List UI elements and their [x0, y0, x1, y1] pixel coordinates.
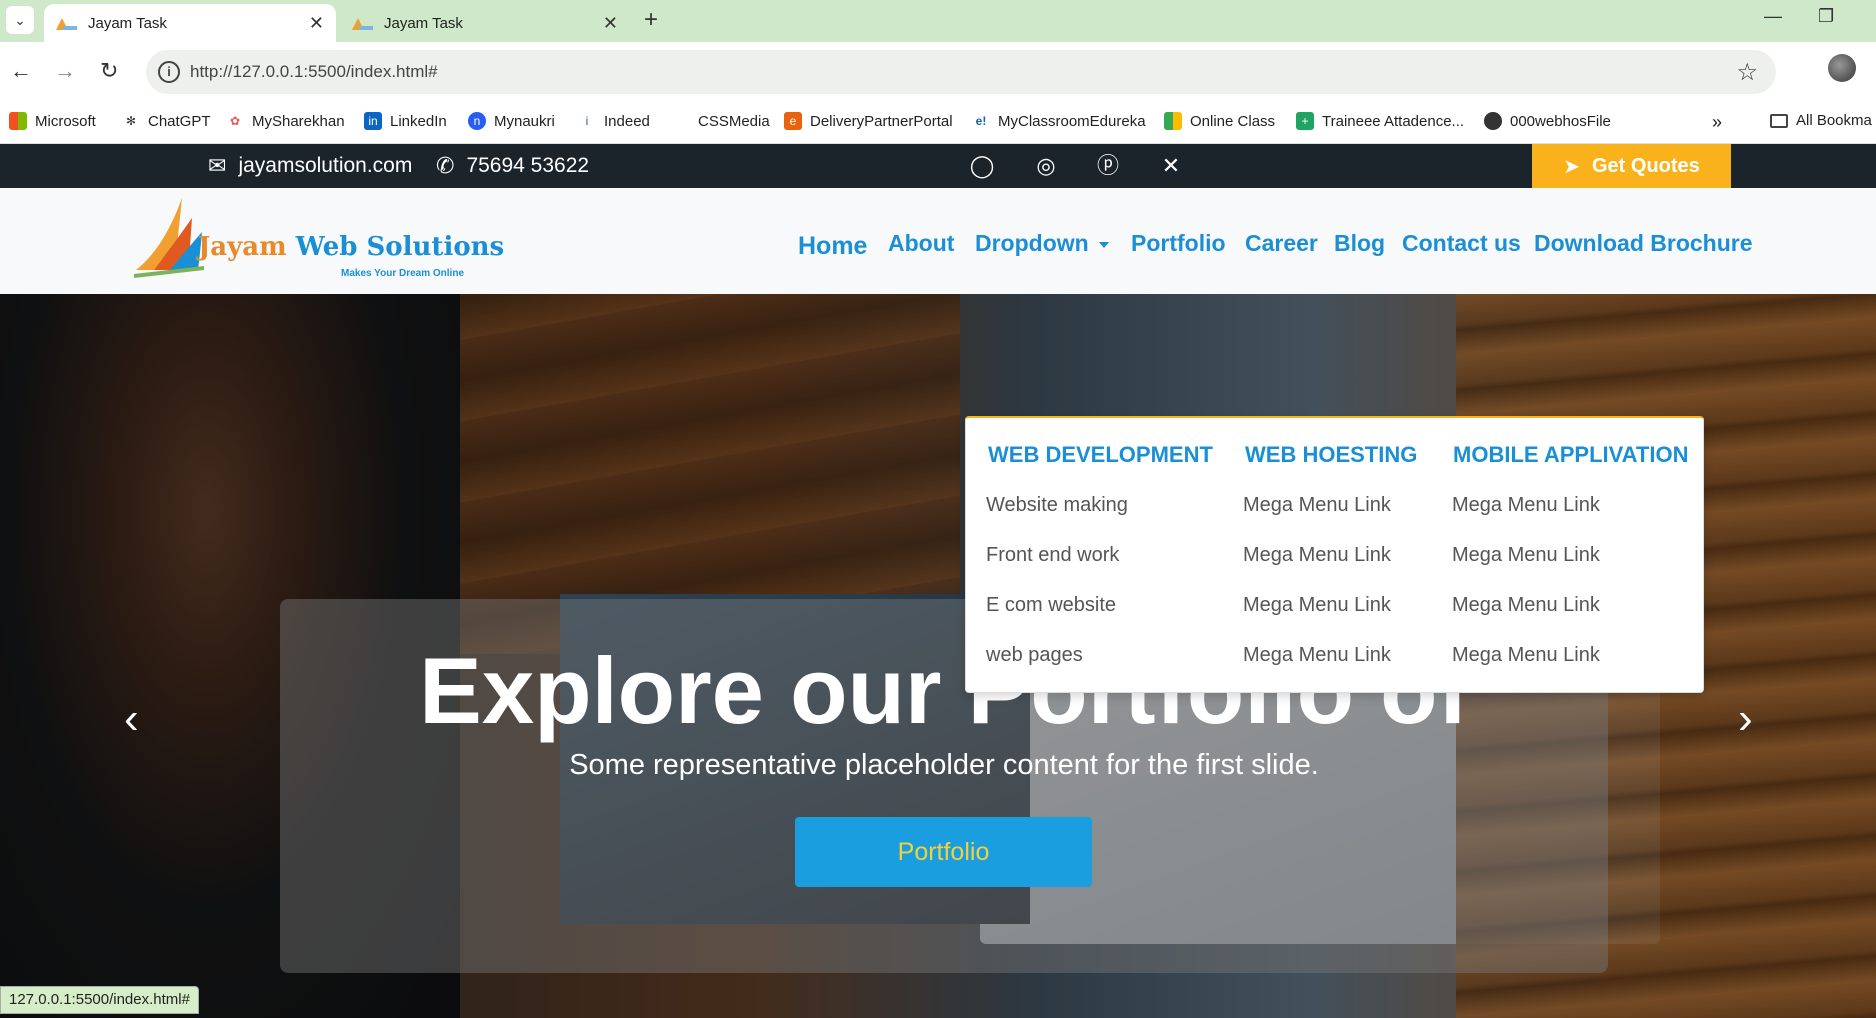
nav-about[interactable]: About [888, 230, 954, 257]
cssmedia-icon [672, 112, 690, 130]
mega-heading-web-development: WEB DEVELOPMENT [988, 442, 1213, 467]
sharekhan-icon: ✿ [229, 114, 241, 128]
close-icon[interactable]: ✕ [309, 13, 324, 34]
status-bar-url: 127.0.0.1:5500/index.html# [0, 986, 199, 1014]
linkedin-icon: in [364, 112, 382, 130]
nav-contact-us[interactable]: Contact us [1402, 230, 1521, 257]
mega-link[interactable]: Mega Menu Link [1243, 644, 1391, 667]
carousel-next-button[interactable]: › [1738, 694, 1753, 744]
bookmark-deliverypartnerportal[interactable]: e DeliveryPartnerPortal [784, 112, 953, 130]
tab-search-button[interactable]: ⌄ [6, 6, 34, 34]
website: ✉ jayamsolution.com ✆ 75694 53622 ◯ ◎ ⓟ ✕ … [0, 144, 1876, 1018]
omnibox[interactable]: i http://127.0.0.1:5500/index.html# ☆ [146, 50, 1776, 94]
x-icon[interactable]: ✕ [1157, 152, 1185, 180]
bookmark-linkedin[interactable]: in LinkedIn [364, 112, 447, 130]
url-text[interactable]: http://127.0.0.1:5500/index.html# [190, 62, 438, 82]
bookmark-online-class[interactable]: Online Class [1164, 112, 1275, 130]
jayam-favicon-icon [352, 16, 374, 30]
jayam-favicon-icon [56, 16, 78, 30]
back-button[interactable]: ← [10, 58, 32, 84]
mega-link[interactable]: Front end work [986, 544, 1119, 567]
restore-button[interactable]: ❐ [1818, 6, 1834, 27]
edureka-icon: e! [975, 114, 987, 128]
instagram-icon[interactable]: ◎ [1032, 152, 1060, 180]
bookmark-microsoft[interactable]: Microsoft [9, 112, 96, 130]
portfolio-button[interactable]: Portfolio [795, 817, 1092, 887]
browser-tab-bar: ⌄ Jayam Task ✕ Jayam Task ✕ + — ❐ [0, 0, 1876, 42]
bookmark-mynaukri[interactable]: n Mynaukri [468, 112, 555, 130]
mega-link[interactable]: web pages [986, 644, 1083, 667]
phone-link[interactable]: ✆ 75694 53622 [436, 153, 589, 179]
chatgpt-icon: ✻ [125, 114, 137, 128]
mega-link[interactable]: Mega Menu Link [1243, 544, 1391, 567]
nav-home[interactable]: Home [798, 232, 867, 261]
tab-inactive[interactable]: Jayam Task ✕ [340, 4, 630, 42]
carousel-prev-button[interactable]: ‹ [124, 694, 139, 744]
nav-portfolio[interactable]: Portfolio [1131, 230, 1226, 257]
bookmark-edureka[interactable]: e! MyClassroomEdureka [972, 112, 1146, 130]
reload-button[interactable]: ↻ [100, 58, 118, 84]
delivery-icon: e [784, 112, 802, 130]
more-bookmarks-button[interactable]: » [1712, 112, 1722, 133]
mega-link[interactable]: Mega Menu Link [1452, 544, 1600, 567]
pinterest-icon[interactable]: ⓟ [1094, 152, 1122, 180]
mega-heading-web-hosting: WEB HOESTING [1245, 442, 1418, 467]
contact-topbar: ✉ jayamsolution.com ✆ 75694 53622 ◯ ◎ ⓟ ✕ … [0, 144, 1876, 188]
mega-menu: WEB DEVELOPMENT Website making Front end… [965, 416, 1704, 693]
mega-link[interactable]: Mega Menu Link [1452, 594, 1600, 617]
site-logo[interactable]: Jayam Web Solutions Makes Your Dream Onl… [134, 198, 504, 288]
microsoft-icon [9, 112, 27, 130]
sheets-icon: + [1296, 112, 1314, 130]
chevron-down-icon: ⌄ [14, 11, 26, 28]
mega-link[interactable]: Mega Menu Link [1243, 494, 1391, 517]
forward-button[interactable]: → [54, 58, 76, 84]
logo-tagline: Makes Your Dream Online [341, 268, 465, 279]
folder-icon [1770, 113, 1788, 128]
logo-text: Jayam Web Solutions [198, 232, 505, 262]
site-info-icon[interactable]: i [158, 61, 180, 83]
mega-link[interactable]: Mega Menu Link [1452, 644, 1600, 667]
bookmark-mysharekhan[interactable]: ✿ MySharekhan [226, 112, 345, 130]
bookmark-cssmedia[interactable]: CSSMedia [672, 112, 770, 130]
bookmark-traineee-attadence[interactable]: + Traineee Attadence... [1296, 112, 1464, 130]
naukri-icon: n [468, 112, 486, 130]
globe-icon [1484, 112, 1502, 130]
logo-mark-icon [134, 198, 204, 278]
meet-icon [1164, 112, 1182, 130]
bookmark-indeed[interactable]: i Indeed [578, 112, 650, 130]
mega-link[interactable]: E com website [986, 594, 1116, 617]
address-bar-row: ← → ↻ i http://127.0.0.1:5500/index.html… [0, 42, 1876, 102]
caret-down-icon [1098, 241, 1109, 248]
mega-link[interactable]: Mega Menu Link [1243, 594, 1391, 617]
phone-icon: ✆ [436, 153, 455, 178]
bookmark-000webhosfile[interactable]: 000webhosFile [1484, 112, 1611, 130]
site-header: Jayam Web Solutions Makes Your Dream Onl… [0, 188, 1876, 294]
tab-title: Jayam Task [384, 14, 463, 32]
tab-active[interactable]: Jayam Task ✕ [44, 4, 336, 42]
nav-dropdown[interactable]: Dropdown [975, 230, 1109, 257]
profile-avatar[interactable] [1828, 54, 1856, 82]
new-tab-button[interactable]: + [644, 6, 658, 34]
mega-link[interactable]: Website making [986, 494, 1128, 517]
minimize-button[interactable]: — [1764, 6, 1782, 27]
paper-plane-icon: ➤ [1563, 155, 1580, 178]
envelope-icon: ✉ [208, 153, 227, 178]
nav-blog[interactable]: Blog [1334, 230, 1385, 257]
double-chevron-right-icon: » [1712, 112, 1723, 132]
close-icon[interactable]: ✕ [603, 13, 618, 34]
mega-link[interactable]: Mega Menu Link [1452, 494, 1600, 517]
mega-heading-mobile-application: MOBILE APPLIVATION [1453, 442, 1689, 467]
tab-title: Jayam Task [88, 14, 167, 32]
bookmark-chatgpt[interactable]: ✻ ChatGPT [122, 112, 211, 130]
get-quotes-button[interactable]: ➤ Get Quotes [1532, 144, 1731, 188]
indeed-icon: i [585, 114, 589, 128]
all-bookmarks-button[interactable]: All Bookma [1770, 112, 1872, 129]
email-link[interactable]: ✉ jayamsolution.com [208, 153, 412, 179]
bookmarks-bar: Microsoft ✻ ChatGPT ✿ MySharekhan in Linked… [0, 102, 1876, 144]
hero-subtitle: Some representative placeholder content … [569, 749, 1319, 781]
bookmark-star-icon[interactable]: ☆ [1736, 58, 1758, 87]
nav-download-brochure[interactable]: Download Brochure [1534, 230, 1753, 257]
whatsapp-icon[interactable]: ◯ [968, 152, 996, 180]
nav-career[interactable]: Career [1245, 230, 1318, 257]
